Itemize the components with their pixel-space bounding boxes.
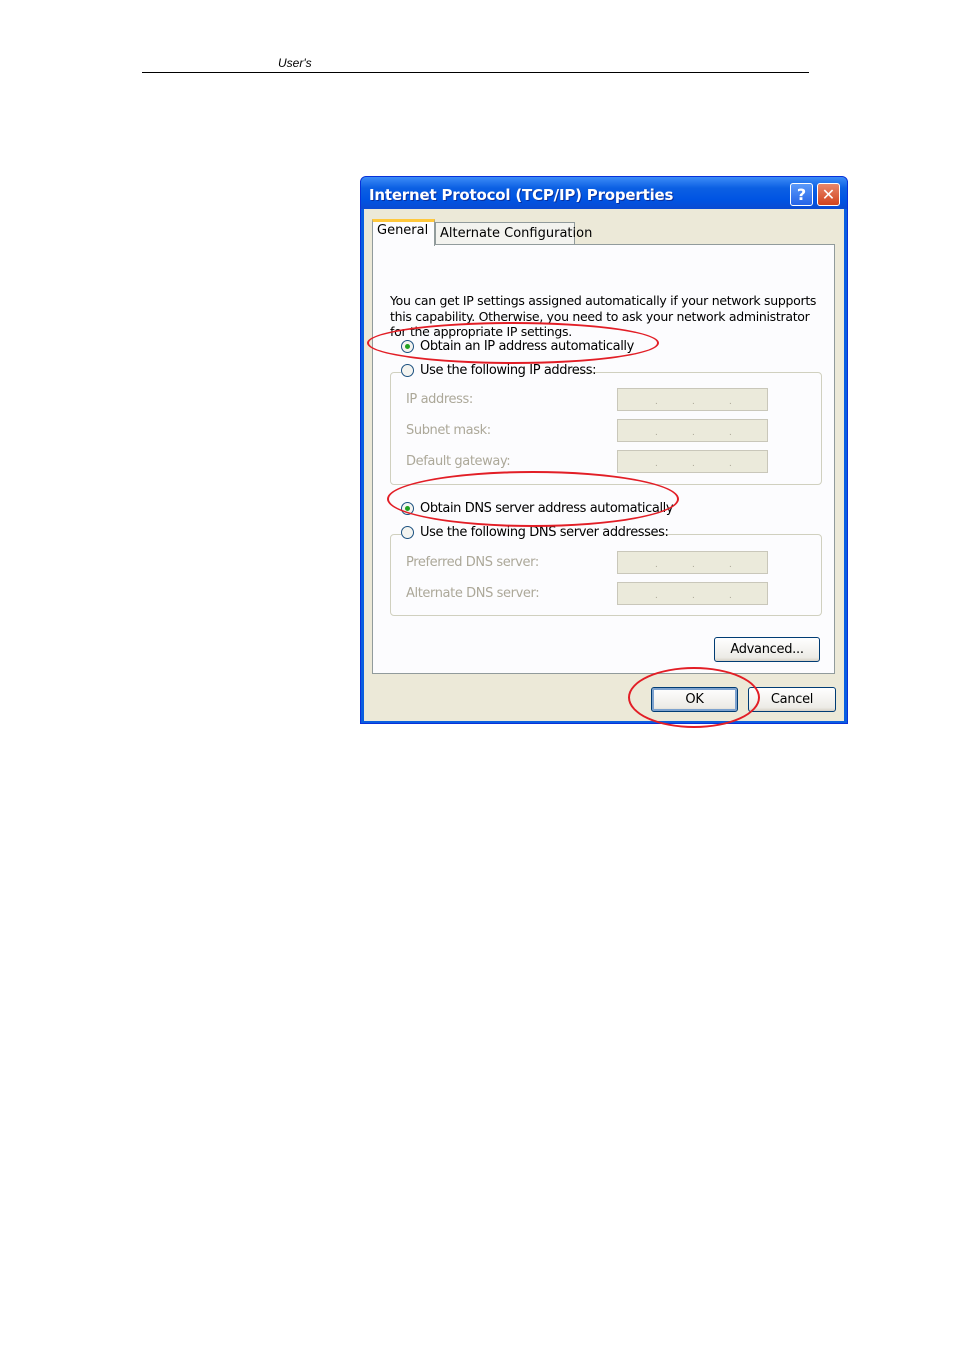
radio-use-following-dns-label: Use the following DNS server addresses:: [420, 525, 669, 540]
radio-use-following-ip-label: Use the following IP address:: [420, 363, 597, 378]
title-bar[interactable]: Internet Protocol (TCP/IP) Properties ? …: [361, 177, 847, 209]
radio-button-checked[interactable]: [401, 502, 414, 515]
close-button[interactable]: ✕: [817, 183, 840, 206]
dialog-title: Internet Protocol (TCP/IP) Properties: [369, 186, 674, 204]
tab-alternate-configuration[interactable]: Alternate Configuration: [435, 222, 592, 244]
tab-general[interactable]: General: [372, 219, 435, 246]
subnet-mask-input[interactable]: ...: [617, 419, 768, 442]
default-gateway-label: Default gateway:: [406, 454, 511, 469]
preferred-dns-input[interactable]: ...: [617, 551, 768, 574]
radio-use-following-dns[interactable]: Use the following DNS server addresses:: [401, 525, 669, 543]
document-header: User's: [278, 56, 312, 70]
radio-use-following-ip[interactable]: Use the following IP address:: [401, 363, 597, 381]
header-rule: [142, 72, 809, 73]
radio-button-unchecked[interactable]: [401, 526, 414, 539]
subnet-mask-label: Subnet mask:: [406, 423, 491, 438]
cancel-button[interactable]: Cancel: [748, 687, 836, 712]
ok-button[interactable]: OK: [651, 687, 738, 712]
ip-address-label: IP address:: [406, 392, 473, 407]
radio-button-checked[interactable]: [401, 340, 414, 353]
intro-text: You can get IP settings assigned automat…: [390, 293, 817, 339]
advanced-button[interactable]: Advanced...: [714, 637, 820, 662]
radio-obtain-dns-auto-label: Obtain DNS server address automatically: [420, 501, 674, 516]
preferred-dns-label: Preferred DNS server:: [406, 555, 539, 570]
default-gateway-input[interactable]: ...: [617, 450, 768, 473]
help-button[interactable]: ?: [790, 183, 813, 206]
general-tab-panel: You can get IP settings assigned automat…: [372, 244, 835, 674]
radio-button-unchecked[interactable]: [401, 364, 414, 377]
alternate-dns-label: Alternate DNS server:: [406, 586, 540, 601]
ip-address-input[interactable]: ...: [617, 388, 768, 411]
radio-obtain-ip-auto-label: Obtain an IP address automatically: [420, 339, 634, 354]
alternate-dns-input[interactable]: ...: [617, 582, 768, 605]
dialog-client-area: General Alternate Configuration You can …: [364, 209, 844, 721]
tcpip-properties-dialog: Internet Protocol (TCP/IP) Properties ? …: [360, 176, 848, 724]
